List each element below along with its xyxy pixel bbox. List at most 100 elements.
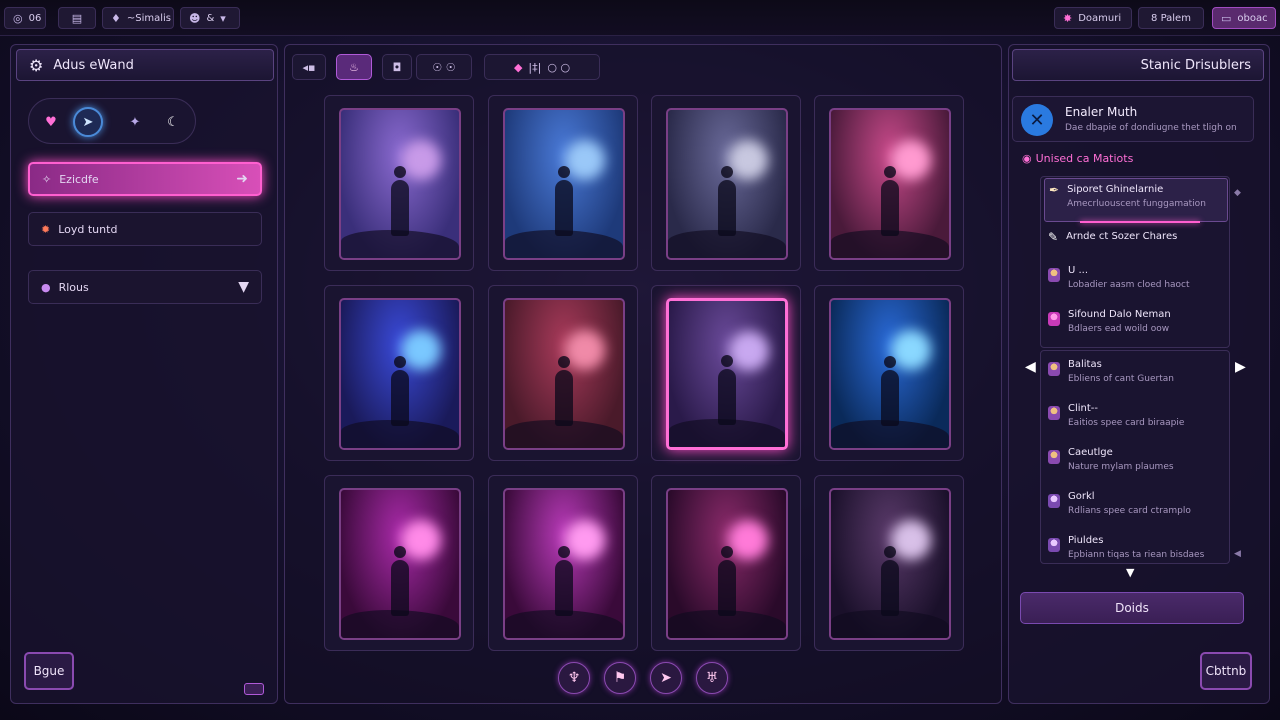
- list-item[interactable]: Caeutlge Nature mylam plaumes: [1048, 446, 1228, 486]
- orb-icon: ●: [41, 280, 51, 294]
- avatar-icon: ☻: [189, 11, 201, 25]
- cross-icon: ✕: [1021, 104, 1053, 136]
- avatar-icon: [1048, 362, 1060, 376]
- character-head: [884, 356, 896, 368]
- scroll-up-icon[interactable]: ◆: [1234, 188, 1241, 198]
- card-pink-sorceress[interactable]: [814, 95, 964, 271]
- magic-glow: [728, 520, 768, 560]
- feather-icon: ✎: [1048, 230, 1059, 244]
- back-icon: ◂▪: [302, 60, 316, 74]
- character-head: [721, 355, 733, 367]
- mask-icon: ☉ ☉: [432, 60, 456, 74]
- card-pink-beam[interactable]: [651, 475, 801, 651]
- card-lightning-witch[interactable]: [488, 475, 638, 651]
- scroll-down-icon[interactable]: ◀: [1234, 549, 1241, 559]
- character-head: [558, 546, 570, 558]
- mini-badge-icon[interactable]: [244, 683, 264, 695]
- moon-icon[interactable]: ☾: [161, 110, 185, 134]
- character-head: [884, 546, 896, 558]
- character-head: [558, 356, 570, 368]
- character-silhouette: [391, 560, 409, 616]
- profile-card[interactable]: ✕ Enaler Muth Dae dbapie of dondiugne th…: [1012, 96, 1254, 142]
- card-art: [666, 298, 788, 450]
- demon-action-button[interactable]: ♅: [696, 662, 728, 694]
- card-crimson-queen[interactable]: [488, 285, 638, 461]
- folder-button[interactable]: ▤: [58, 7, 96, 29]
- magic-glow: [729, 331, 769, 371]
- magic-glow: [401, 330, 441, 370]
- card-orb-caster[interactable]: [324, 285, 474, 461]
- menu-item-loyd-tuntd[interactable]: ✹ Loyd tuntd: [28, 212, 262, 246]
- avatar-icon: [1048, 538, 1060, 552]
- menu-icon: ▭: [1221, 11, 1232, 25]
- list-item[interactable]: U ... Lobadier aasm cloed haoct: [1048, 264, 1228, 304]
- profile-name: Enaler Muth: [1065, 105, 1138, 119]
- character-head: [394, 166, 406, 178]
- card-art: [829, 298, 951, 450]
- card-art: [503, 488, 625, 640]
- heart-icon[interactable]: ♥: [39, 110, 63, 134]
- magic-glow: [891, 330, 931, 370]
- ring-icon: ○ ○: [547, 60, 571, 74]
- character-silhouette: [555, 370, 573, 426]
- star-icon: ✸: [1063, 11, 1073, 25]
- bottom-right-button[interactable]: Cbttnb: [1200, 652, 1252, 690]
- character-silhouette: [391, 370, 409, 426]
- card-shadow-mage[interactable]: [488, 95, 638, 271]
- menu-item-ezicdfe[interactable]: ✧ Ezicdfe ➜: [28, 162, 262, 196]
- gem-icon[interactable]: ✦: [123, 110, 147, 134]
- selection-indicator: [1080, 221, 1200, 223]
- chevron-down-icon: ▾: [220, 11, 226, 25]
- shield-tab[interactable]: ◘: [382, 54, 412, 80]
- left-panel-header: ⚙ Adus eWand: [16, 49, 274, 81]
- drop-icon: ♦: [111, 11, 121, 25]
- character-silhouette: [718, 560, 736, 616]
- doids-button[interactable]: Doids: [1020, 592, 1244, 624]
- avatar-icon: [1048, 406, 1060, 420]
- list-item[interactable]: Balitas Ebliens of cant Guertan: [1048, 358, 1228, 398]
- chevron-down-icon[interactable]: ▼: [1126, 566, 1134, 579]
- play-icon[interactable]: ➤: [73, 107, 103, 137]
- banner-action-button[interactable]: ⚑: [604, 662, 636, 694]
- list-item[interactable]: Sifound Dalo Neman Bdlaers ead woild oow: [1048, 308, 1228, 348]
- character-silhouette: [881, 180, 899, 236]
- card-cliff-wanderer[interactable]: [651, 285, 801, 461]
- card-spirit-water[interactable]: [814, 285, 964, 461]
- profile-button[interactable]: ☻ & ▾: [180, 7, 240, 29]
- menu-button[interactable]: ▭ oboac: [1212, 7, 1276, 29]
- card-night-mage[interactable]: [814, 475, 964, 651]
- card-art: [503, 298, 625, 450]
- prev-arrow-icon[interactable]: ◀: [1025, 359, 1036, 375]
- logo-icon: ◎: [13, 11, 23, 25]
- card-art: [339, 488, 461, 640]
- settings-icon: ⚙: [29, 55, 44, 75]
- card-art: [339, 298, 461, 450]
- currency-button[interactable]: ✸ Doamuri: [1054, 7, 1132, 29]
- bottom-left-button[interactable]: Bgue: [24, 652, 74, 690]
- resource-button[interactable]: ♦ ~Simalis: [102, 7, 174, 29]
- list-item[interactable]: Gorkl Rdlians spee card ctramplo: [1048, 490, 1228, 530]
- list-item[interactable]: Clint-- Eaitios spee card biraapie: [1048, 402, 1228, 442]
- magic-glow: [891, 520, 931, 560]
- logo-button[interactable]: ◎ 06: [4, 7, 46, 29]
- card-fairy-dancer[interactable]: [324, 95, 474, 271]
- card-moon-cliffs[interactable]: [651, 95, 801, 271]
- avatar-icon: [1048, 494, 1060, 508]
- mask-tab[interactable]: ☉ ☉: [416, 54, 472, 80]
- flame-tab[interactable]: ♨: [336, 54, 372, 80]
- card-winged-angel[interactable]: [324, 475, 474, 651]
- next-arrow-icon[interactable]: ▶: [1235, 359, 1246, 375]
- folder-icon: ▤: [71, 11, 83, 25]
- card-art: [503, 108, 625, 260]
- points-button[interactable]: 8 Palem: [1138, 7, 1204, 29]
- card-art: [829, 488, 951, 640]
- right-panel-header: Stanic Drisublers: [1012, 49, 1264, 81]
- list-item[interactable]: Piuldes Epbiann tiqas ta riean bisdaes: [1048, 534, 1228, 574]
- filter-group[interactable]: ◆ |‡| ○ ○: [484, 54, 600, 80]
- menu-item-rlous[interactable]: ● Rlous ▼: [28, 270, 262, 304]
- list-item[interactable]: ✒ Siporet Ghinelarnie Amecrluouscent fung…: [1044, 178, 1228, 222]
- horn-action-button[interactable]: ➤: [650, 662, 682, 694]
- magic-glow: [401, 140, 441, 180]
- eagle-action-button[interactable]: ♆: [558, 662, 590, 694]
- back-button[interactable]: ◂▪: [292, 54, 326, 80]
